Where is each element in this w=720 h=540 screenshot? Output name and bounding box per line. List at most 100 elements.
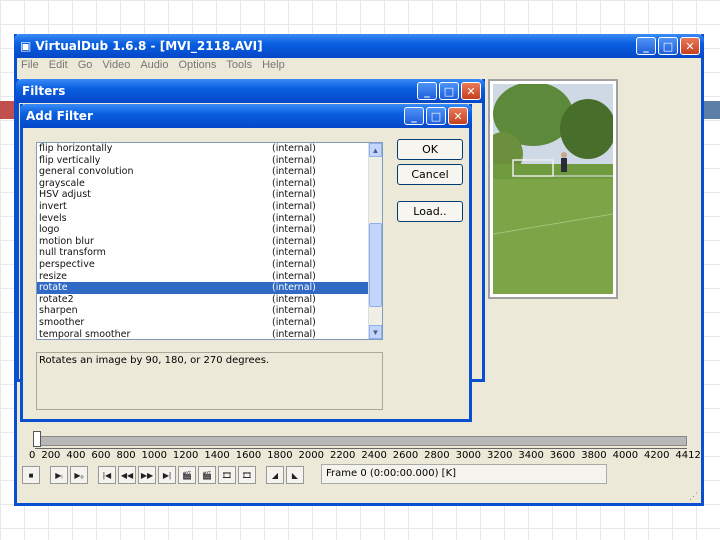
- filter-row[interactable]: rotate2 (internal): [37, 294, 382, 306]
- filter-row[interactable]: rotate (internal): [37, 282, 382, 294]
- forward-icon[interactable]: ▶▶: [138, 466, 156, 484]
- filter-type: (internal): [272, 212, 316, 224]
- next-scene-icon[interactable]: 🎞: [238, 466, 256, 484]
- play-output-icon[interactable]: ▶ₒ: [70, 466, 88, 484]
- filter-row[interactable]: invert (internal): [37, 201, 382, 213]
- tick-label: 3200: [486, 450, 513, 461]
- next-key-icon[interactable]: 🎬: [198, 466, 216, 484]
- filter-row[interactable]: levels (internal): [37, 213, 382, 225]
- filter-type: (internal): [272, 166, 316, 178]
- close-icon[interactable]: ✕: [680, 37, 700, 55]
- filter-name: resize: [39, 270, 67, 282]
- filter-name: temporal smoother: [39, 328, 131, 340]
- resize-grip-icon[interactable]: ⋰: [689, 491, 699, 501]
- tick-label: 1000: [141, 450, 167, 461]
- scroll-up-icon[interactable]: ▲: [369, 143, 382, 157]
- menu-video[interactable]: Video: [102, 59, 130, 71]
- filter-name: grayscale: [39, 177, 85, 189]
- filter-name: rotate: [39, 282, 68, 294]
- tick-label: 4200: [644, 450, 670, 461]
- timeline-track[interactable]: [35, 436, 687, 446]
- tick-label: 4000: [612, 450, 639, 461]
- minimize-icon[interactable]: _: [636, 37, 656, 55]
- start-icon[interactable]: |◀: [98, 466, 116, 484]
- filter-row[interactable]: perspective (internal): [37, 259, 382, 271]
- filter-name: HSV adjust: [39, 189, 91, 201]
- tick-label: 3600: [549, 450, 576, 461]
- filter-name: flip horizontally: [39, 143, 113, 154]
- menu-help[interactable]: Help: [262, 59, 285, 71]
- filter-type: (internal): [272, 270, 316, 282]
- filter-row[interactable]: grayscale (internal): [37, 178, 382, 190]
- filter-name: sharpen: [39, 305, 78, 317]
- filter-row[interactable]: motion blur (internal): [37, 236, 382, 248]
- filter-name: motion blur: [39, 235, 94, 247]
- playback-toolbar: ■ ▶ᵢ ▶ₒ |◀ ◀◀ ▶▶ ▶| 🎬 🎬 🎞 🎞 ◢ ◣: [22, 466, 304, 484]
- filter-type: (internal): [272, 189, 316, 201]
- tick-label: 600: [91, 450, 111, 461]
- minimize-icon[interactable]: _: [404, 107, 424, 125]
- prev-scene-icon[interactable]: 🎞: [218, 466, 236, 484]
- menu-tools[interactable]: Tools: [226, 59, 252, 71]
- filter-row[interactable]: sharpen (internal): [37, 305, 382, 317]
- menu-audio[interactable]: Audio: [140, 59, 168, 71]
- menu-bar: File Edit Go Video Audio Options Tools H…: [21, 59, 285, 71]
- filter-type: (internal): [272, 177, 316, 189]
- filter-name: general convolution: [39, 166, 134, 178]
- filters-titlebar[interactable]: Filters _ □ ✕: [16, 79, 485, 103]
- scroll-thumb[interactable]: [369, 223, 382, 307]
- filter-row[interactable]: null transform (internal): [37, 247, 382, 259]
- scroll-down-icon[interactable]: ▼: [369, 325, 382, 339]
- add-filter-titlebar[interactable]: Add Filter _ □ ✕: [20, 104, 472, 128]
- play-input-icon[interactable]: ▶ᵢ: [50, 466, 68, 484]
- menu-file[interactable]: File: [21, 59, 39, 71]
- filter-row[interactable]: flip vertically (internal): [37, 155, 382, 167]
- close-icon[interactable]: ✕: [448, 107, 468, 125]
- tick-label: 1400: [204, 450, 230, 461]
- load-button[interactable]: Load..: [397, 201, 463, 222]
- timeline-thumb[interactable]: [33, 431, 41, 447]
- filter-row[interactable]: HSV adjust (internal): [37, 189, 382, 201]
- filter-row[interactable]: smoother (internal): [37, 317, 382, 329]
- mark-in-icon[interactable]: ◢: [266, 466, 284, 484]
- filter-row[interactable]: logo (internal): [37, 224, 382, 236]
- tick-label: 1200: [172, 450, 199, 461]
- filter-description: Rotates an image by 90, 180, or 270 degr…: [36, 352, 383, 410]
- maximize-icon[interactable]: □: [439, 82, 459, 100]
- menu-edit[interactable]: Edit: [49, 59, 68, 71]
- tick-label: 2200: [329, 450, 356, 461]
- filter-row[interactable]: general convolution (internal): [37, 166, 382, 178]
- back-icon[interactable]: ◀◀: [118, 466, 136, 484]
- filter-name: smoother: [39, 316, 85, 328]
- prev-key-icon[interactable]: 🎬: [178, 466, 196, 484]
- filter-row[interactable]: flip horizontally (internal): [37, 143, 382, 155]
- filter-list-scrollbar[interactable]: ▲ ▼: [368, 143, 382, 339]
- tick-label: 1600: [235, 450, 262, 461]
- filter-list[interactable]: flip horizontally (internal) flip vertical…: [36, 142, 383, 340]
- main-titlebar[interactable]: ▣ VirtualDub 1.6.8 - [MVI_2118.AVI] _ □ …: [14, 34, 704, 58]
- close-icon[interactable]: ✕: [461, 82, 481, 100]
- end-icon[interactable]: ▶|: [158, 466, 176, 484]
- tick-label: 2800: [424, 450, 450, 461]
- maximize-icon[interactable]: □: [426, 107, 446, 125]
- filter-type: (internal): [272, 258, 316, 270]
- filter-row[interactable]: temporal smoother (internal): [37, 328, 382, 340]
- video-frame-image: [493, 84, 613, 294]
- tick-label: 2600: [392, 450, 419, 461]
- menu-go[interactable]: Go: [78, 59, 93, 71]
- add-filter-dialog: Add Filter _ □ ✕ flip horizontally (inter…: [20, 104, 472, 422]
- app-icon: ▣: [20, 39, 32, 53]
- minimize-icon[interactable]: _: [417, 82, 437, 100]
- filter-row[interactable]: resize (internal): [37, 271, 382, 283]
- filter-type: (internal): [272, 154, 316, 166]
- stop-icon[interactable]: ■: [22, 466, 40, 484]
- ok-button[interactable]: OK: [397, 139, 463, 160]
- maximize-icon[interactable]: □: [658, 37, 678, 55]
- cancel-button[interactable]: Cancel: [397, 164, 463, 185]
- menu-options[interactable]: Options: [178, 59, 216, 71]
- mark-out-icon[interactable]: ◣: [286, 466, 304, 484]
- video-preview: [488, 79, 618, 299]
- frame-status: Frame 0 (0:00:00.000) [K]: [321, 464, 607, 484]
- tick-label: 0: [29, 450, 36, 461]
- filter-name: logo: [39, 224, 60, 236]
